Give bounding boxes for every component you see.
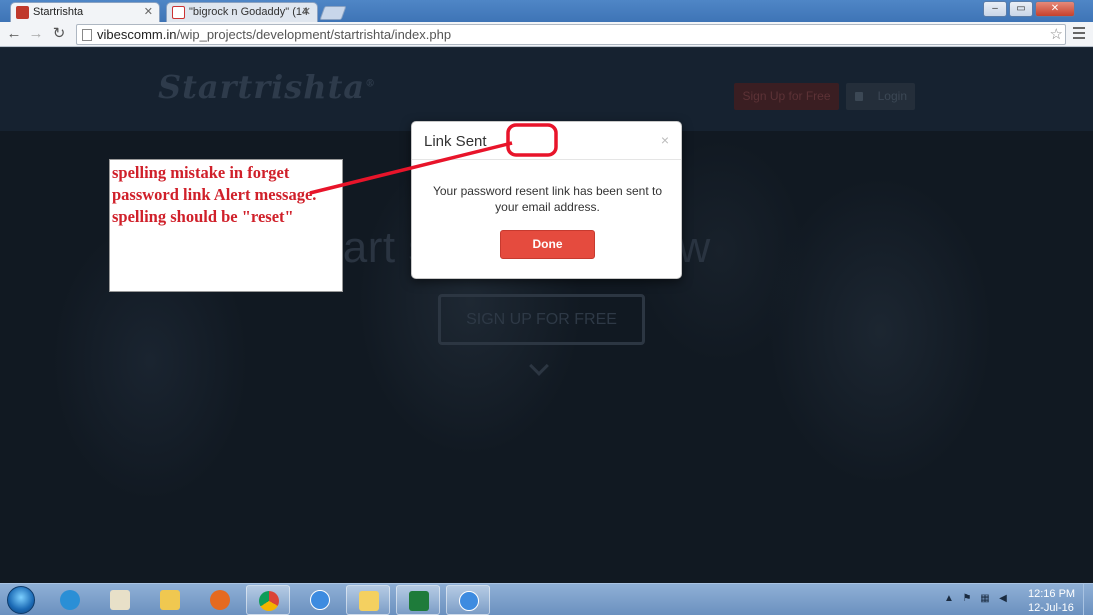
- explorer-icon: [160, 590, 180, 610]
- tab-startrishta[interactable]: Startrishta ✕: [10, 2, 160, 22]
- maximize-button[interactable]: ▭: [1009, 1, 1033, 17]
- firefox-icon: [210, 590, 230, 610]
- safari-icon: [310, 590, 330, 610]
- url-path: /wip_projects/development/startrishta/in…: [176, 27, 452, 42]
- url-host: vibescomm.in: [97, 27, 177, 42]
- taskbar-firefox[interactable]: [198, 585, 242, 615]
- taskbar-outlook[interactable]: [346, 585, 390, 615]
- modal-title: Link Sent: [424, 133, 487, 150]
- new-tab-button[interactable]: [319, 6, 347, 20]
- forward-arrow-icon[interactable]: →: [27, 25, 45, 43]
- header-login-button[interactable]: Login: [846, 83, 915, 110]
- action-center-icon[interactable]: ⚑: [962, 593, 972, 605]
- window-close-button[interactable]: ✕: [1035, 1, 1075, 17]
- ie-icon: [60, 590, 80, 610]
- hamburger-menu-icon[interactable]: [1073, 27, 1085, 41]
- safari-icon: [459, 591, 479, 611]
- taskbar-explorer[interactable]: [148, 585, 192, 615]
- link-sent-modal: Link Sent × Your password resent link ha…: [411, 121, 682, 279]
- lock-icon: [855, 92, 863, 101]
- address-bar[interactable]: vibescomm.in/wip_projects/development/st…: [76, 24, 1066, 45]
- close-tab-icon[interactable]: ✕: [144, 3, 153, 21]
- system-tray: ▲ ⚑ ▦ ◀ 12:16 PM 12-Jul-16: [940, 584, 1093, 615]
- outlook-icon: [359, 591, 379, 611]
- excel-icon: [409, 591, 429, 611]
- site-header: Startrishta® Sign Up for Free Login: [0, 48, 1093, 131]
- taskbar-safari[interactable]: [298, 585, 342, 615]
- done-button[interactable]: Done: [500, 230, 595, 259]
- browser-tab-strip: Startrishta ✕ "bigrock n Godaddy" (14 ✕ …: [0, 0, 1093, 22]
- windows-taskbar: ▲ ⚑ ▦ ◀ 12:16 PM 12-Jul-16: [0, 583, 1093, 615]
- tab-gmail[interactable]: "bigrock n Godaddy" (14 ✕: [166, 2, 318, 22]
- hero-signup-button[interactable]: SIGN UP FOR FREE: [438, 294, 645, 345]
- volume-icon[interactable]: ◀: [998, 593, 1008, 605]
- site-favicon-icon: [16, 6, 29, 19]
- taskbar-safari-2[interactable]: [446, 585, 490, 615]
- login-label: Login: [877, 89, 907, 103]
- clock-date[interactable]: 12-Jul-16: [1028, 602, 1074, 614]
- taskbar-excel[interactable]: [396, 585, 440, 615]
- bookmark-star-icon[interactable]: ☆: [1050, 25, 1063, 44]
- chrome-icon: [259, 591, 279, 611]
- web-page: Startrishta® Sign Up for Free Login tart…: [0, 48, 1093, 583]
- chevron-down-icon[interactable]: [529, 356, 549, 376]
- annotation-note: spelling mistake in forget password link…: [109, 159, 343, 292]
- tab-label: Startrishta: [33, 6, 84, 18]
- start-orb-icon: [7, 586, 35, 614]
- paint-icon: [110, 590, 130, 610]
- start-button[interactable]: [2, 584, 42, 615]
- modal-header: Link Sent ×: [412, 122, 681, 160]
- taskbar-chrome[interactable]: [246, 585, 290, 615]
- show-desktop-button[interactable]: [1083, 584, 1093, 615]
- header-signup-button[interactable]: Sign Up for Free: [734, 83, 839, 110]
- browser-toolbar: ← → ↻ vibescomm.in/wip_projects/developm…: [0, 22, 1093, 47]
- close-tab-icon[interactable]: ✕: [302, 3, 311, 21]
- network-icon[interactable]: ▦: [980, 593, 990, 605]
- show-hidden-icons-icon[interactable]: ▲: [944, 593, 954, 605]
- site-logo[interactable]: Startrishta®: [158, 68, 376, 106]
- gmail-icon: [172, 6, 185, 19]
- taskbar-paint[interactable]: [98, 585, 142, 615]
- close-icon[interactable]: ×: [661, 132, 669, 148]
- reload-icon[interactable]: ↻: [50, 25, 68, 43]
- page-icon: [82, 29, 92, 41]
- tab-label: "bigrock n Godaddy" (14: [189, 6, 309, 18]
- back-arrow-icon[interactable]: ←: [5, 25, 23, 43]
- clock-time[interactable]: 12:16 PM: [1028, 588, 1075, 600]
- minimize-button[interactable]: –: [983, 1, 1007, 17]
- modal-message: Your password resent link has been sent …: [432, 184, 663, 214]
- taskbar-ie[interactable]: [48, 585, 92, 615]
